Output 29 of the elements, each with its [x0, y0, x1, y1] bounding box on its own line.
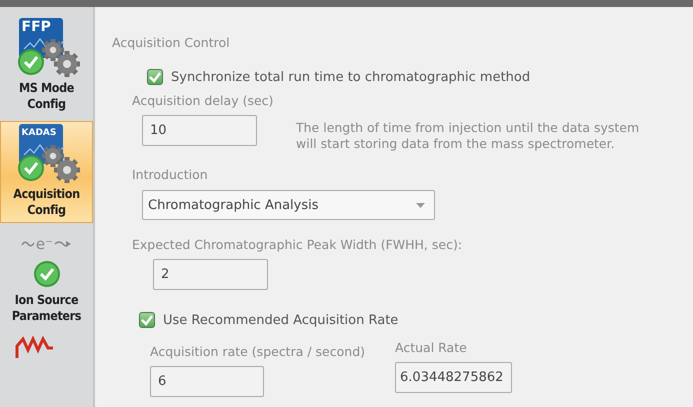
- electron-label: e⁻: [36, 236, 54, 252]
- input-field[interactable]: 6.03448275862: [395, 362, 512, 393]
- logo-text: KADAS: [22, 127, 58, 140]
- caret-icon: [416, 202, 425, 208]
- input-field[interactable]: 6: [150, 366, 264, 397]
- field-label: Introduction: [132, 167, 208, 183]
- sidebar-label: MS Mode Config: [18, 80, 75, 112]
- section-title: Acquisition Control: [112, 35, 230, 51]
- help-text: The length of time from injection until the data system will start storing data from the mass spectrometer.: [296, 119, 640, 152]
- logo-text: FFP: [22, 20, 52, 35]
- checkbox[interactable]: [139, 312, 155, 328]
- sidebar-item[interactable]: FFP MS Mode Config: [0, 15, 93, 117]
- introduction-dropdown[interactable]: Chromatographic Analysis: [142, 190, 435, 220]
- input-field[interactable]: 2: [153, 259, 268, 290]
- sidebar-item[interactable]: KADAS Acquisition Config: [0, 121, 93, 223]
- arrow-icon: [54, 239, 72, 249]
- peak-wave-icon: [14, 336, 54, 358]
- sidebar-item[interactable]: e⁻ Ion Source Parameters: [0, 227, 93, 329]
- field-label: Acquisition delay (sec): [132, 93, 274, 109]
- field-label: Acquisition rate (spectra / second): [150, 344, 366, 360]
- sidebar-label: Ion Source Parameters: [10, 292, 82, 324]
- tilde-icon: [20, 239, 35, 249]
- checkbox-label: Synchronize total run time to chromatographic method: [171, 70, 530, 84]
- checkbox[interactable]: [147, 69, 163, 85]
- field-label: Actual Rate: [395, 340, 468, 356]
- sidebar-label: Acquisition Config: [12, 186, 81, 218]
- input-field[interactable]: 10: [142, 115, 257, 146]
- checkbox-label: Use Recommended Acquisition Rate: [163, 312, 398, 328]
- field-label: Expected Chromatographic Peak Width (FWHH, sec):: [132, 237, 462, 253]
